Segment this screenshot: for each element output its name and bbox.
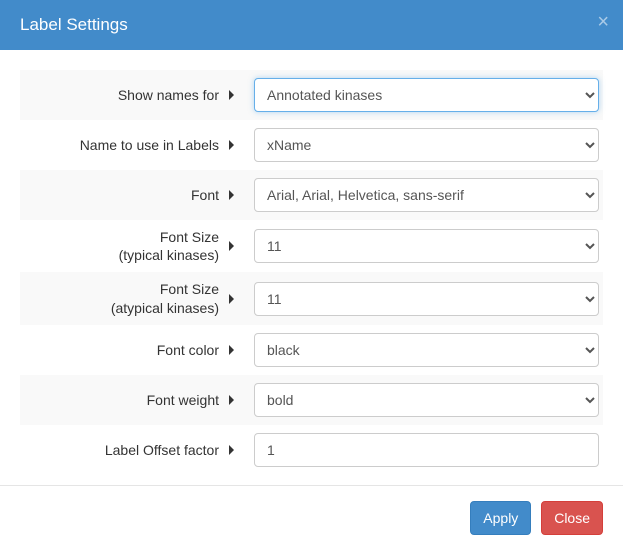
form-row: Show names for Annotated kinases <box>20 70 603 120</box>
form-row: Font Size(atypical kinases) 11 <box>20 272 603 324</box>
form-label-col: Font Size(typical kinases) <box>20 228 240 264</box>
form-input-col: 11 <box>240 282 603 316</box>
form-row: Label Offset factor <box>20 425 603 475</box>
label-settings-modal: Label Settings × Show names for Annotated… <box>0 0 623 550</box>
form-label-col: Font Size(atypical kinases) <box>20 280 240 316</box>
select-input[interactable]: 11 <box>254 229 599 263</box>
form-input-col: 11 <box>240 229 603 263</box>
select-input[interactable]: black <box>254 333 599 367</box>
form-input-col: bold <box>240 383 603 417</box>
form-input-col: Arial, Arial, Helvetica, sans-serif <box>240 178 603 212</box>
form-row: Name to use in Labels xName <box>20 120 603 170</box>
caret-right-icon <box>229 445 234 455</box>
form-input-col <box>240 433 603 467</box>
caret-right-icon <box>229 241 234 251</box>
form-label-col: Font <box>20 186 240 204</box>
form-label: Font Size(atypical kinases) <box>111 280 219 316</box>
form-label-col: Font color <box>20 341 240 359</box>
form-input-col: Annotated kinases <box>240 78 603 112</box>
modal-title: Label Settings <box>20 15 128 34</box>
select-input[interactable]: 11 <box>254 282 599 316</box>
caret-right-icon <box>229 90 234 100</box>
form-label: Font weight <box>147 391 219 409</box>
form-row: Font Size(typical kinases) 11 <box>20 220 603 272</box>
form-label: Font Size(typical kinases) <box>119 228 219 264</box>
apply-button[interactable]: Apply <box>470 501 531 535</box>
select-input[interactable]: Annotated kinases <box>254 78 599 112</box>
form-row: Font weight bold <box>20 375 603 425</box>
modal-footer: Apply Close <box>0 485 623 550</box>
form-label: Label Offset factor <box>105 441 219 459</box>
form-label-col: Label Offset factor <box>20 441 240 459</box>
form-label: Font color <box>157 341 219 359</box>
form-input-col: xName <box>240 128 603 162</box>
form-label-col: Font weight <box>20 391 240 409</box>
caret-right-icon <box>229 190 234 200</box>
close-button[interactable]: Close <box>541 501 603 535</box>
caret-right-icon <box>229 294 234 304</box>
text-input[interactable] <box>254 433 599 467</box>
modal-header: Label Settings × <box>0 0 623 50</box>
select-input[interactable]: bold <box>254 383 599 417</box>
form-label: Show names for <box>118 86 219 104</box>
form-row: Font color black <box>20 325 603 375</box>
form-label: Font <box>191 186 219 204</box>
form-label-col: Show names for <box>20 86 240 104</box>
select-input[interactable]: Arial, Arial, Helvetica, sans-serif <box>254 178 599 212</box>
modal-body: Show names for Annotated kinases Name to u… <box>0 50 623 485</box>
caret-right-icon <box>229 395 234 405</box>
form-row: Font Arial, Arial, Helvetica, sans-serif <box>20 170 603 220</box>
close-icon[interactable]: × <box>597 12 609 32</box>
form-input-col: black <box>240 333 603 367</box>
caret-right-icon <box>229 345 234 355</box>
form-label: Name to use in Labels <box>80 136 219 154</box>
caret-right-icon <box>229 140 234 150</box>
select-input[interactable]: xName <box>254 128 599 162</box>
form-label-col: Name to use in Labels <box>20 136 240 154</box>
